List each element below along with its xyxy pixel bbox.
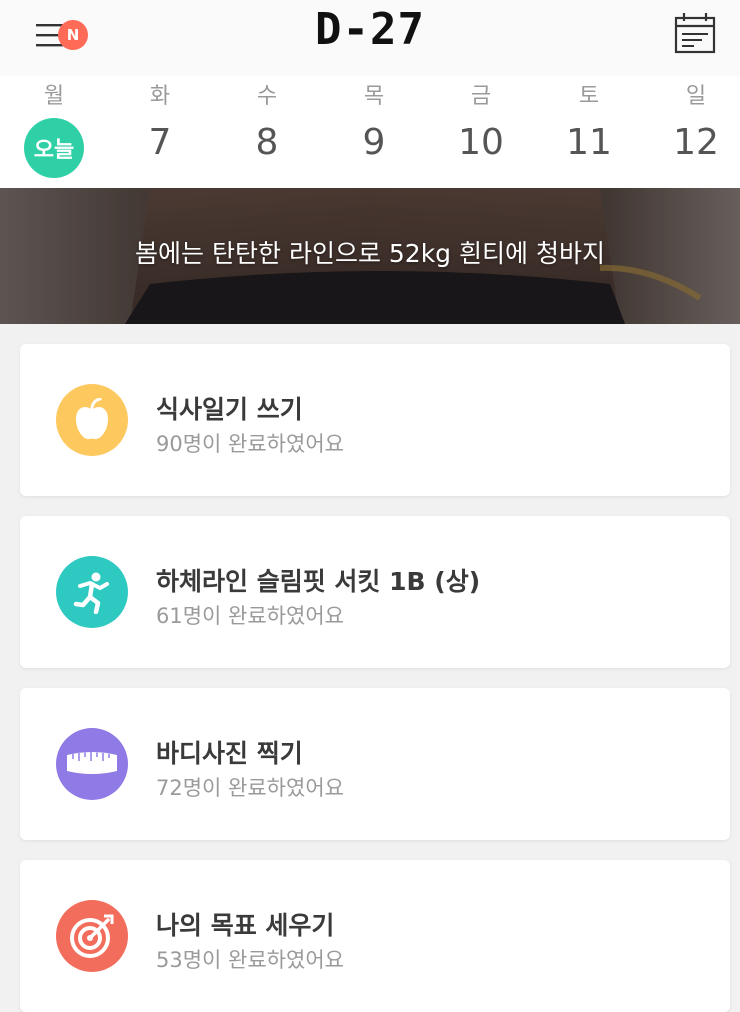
mission-title: 식사일기 쓰기 (156, 395, 303, 424)
date-tue[interactable]: 7 (120, 122, 200, 163)
calendar-list-icon (674, 13, 716, 54)
calendar-button[interactable] (668, 8, 722, 62)
running-person-icon-circle (56, 556, 128, 628)
mission-card-set-goal[interactable]: 나의 목표 세우기 53명이 완료하였어요 (20, 860, 730, 1012)
mission-title: 하체라인 슬림핏 서킷 1B (상) (156, 567, 481, 596)
apple-icon (76, 398, 108, 440)
target-icon (70, 914, 114, 958)
date-sat[interactable]: 11 (549, 122, 629, 163)
weekday-tue: 화 (149, 84, 171, 109)
top-bar: N D-27 (0, 0, 740, 76)
weekday-sat: 토 (578, 84, 600, 109)
today-date-button[interactable]: 오늘 (24, 118, 84, 178)
mission-title: 나의 목표 세우기 (156, 911, 335, 940)
date-thu[interactable]: 9 (334, 122, 414, 163)
mission-completion-count: 61명이 완료하였어요 (156, 604, 344, 628)
app-header: N D-27 월 화 수 목 금 토 일 오늘 7 8 9 10 11 12 (0, 0, 740, 188)
goal-banner[interactable]: 봄에는 탄탄한 라인으로 52kg 흰티에 청바지 (0, 188, 740, 324)
weekday-sun: 일 (685, 84, 707, 109)
weekday-wed: 수 (256, 84, 278, 109)
d-day-counter: D-27 (315, 4, 425, 55)
mission-card-body-photo[interactable]: 바디사진 찍기 72명이 완료하였어요 (20, 688, 730, 840)
mission-card-meal-diary[interactable]: 식사일기 쓰기 90명이 완료하였어요 (20, 344, 730, 496)
weekday-mon: 월 (43, 84, 65, 109)
running-person-icon (73, 572, 109, 614)
mission-title: 바디사진 찍기 (156, 739, 303, 768)
mission-completion-count: 53명이 완료하였어요 (156, 948, 344, 972)
date-fri[interactable]: 10 (441, 122, 521, 163)
tape-measure-icon (67, 752, 117, 774)
goal-text: 봄에는 탄탄한 라인으로 52kg 흰티에 청바지 (135, 239, 605, 268)
weekday-fri: 금 (470, 84, 492, 109)
mission-card-lower-body-circuit[interactable]: 하체라인 슬림핏 서킷 1B (상) 61명이 완료하였어요 (20, 516, 730, 668)
tape-measure-icon-circle (56, 728, 128, 800)
apple-icon-circle (56, 384, 128, 456)
weekday-thu: 목 (363, 84, 385, 109)
mission-completion-count: 90명이 완료하였어요 (156, 432, 344, 456)
target-icon-circle (56, 900, 128, 972)
date-wed[interactable]: 8 (227, 122, 307, 163)
mission-completion-count: 72명이 완료하였어요 (156, 776, 344, 800)
date-sun[interactable]: 12 (656, 122, 736, 163)
